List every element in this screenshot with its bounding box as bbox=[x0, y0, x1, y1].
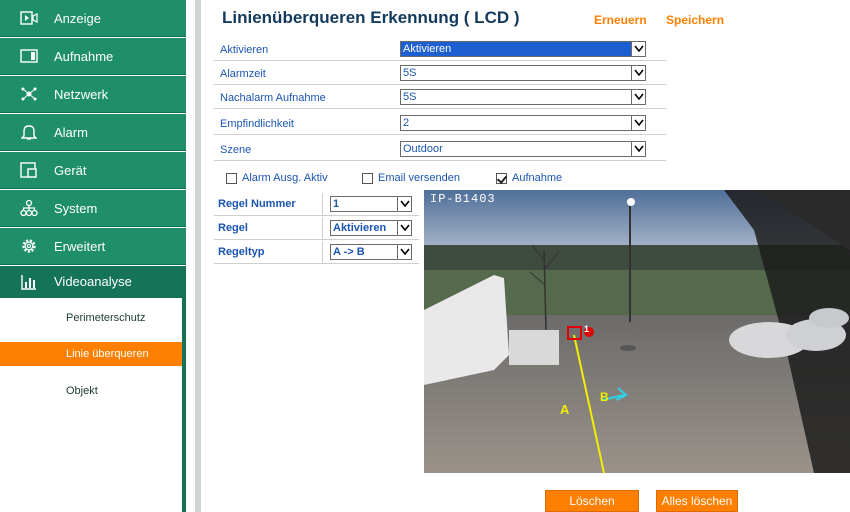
rule-type-select[interactable]: A -> B bbox=[330, 244, 412, 260]
sidebar-item-label: Videoanalyse bbox=[54, 274, 132, 289]
sidebar-item-label: Erweitert bbox=[54, 238, 106, 254]
chevron-down-icon bbox=[397, 197, 411, 211]
chevron-down-icon bbox=[631, 90, 645, 104]
subnav-item-label: Objekt bbox=[66, 385, 98, 397]
sidebar-item-label: Aufnahme bbox=[54, 48, 114, 64]
select-value: 5S bbox=[403, 67, 417, 79]
rule-label: Regel bbox=[218, 222, 248, 234]
select-value: 1 bbox=[333, 198, 340, 210]
sidebar-item-erweitert[interactable]: Erweitert bbox=[0, 228, 186, 265]
record-label: Aufnahme bbox=[512, 172, 563, 184]
email-label: Email versenden bbox=[378, 172, 460, 184]
form-row-alarm-time: Alarmzeit 5S bbox=[214, 63, 666, 85]
sidebar-item-label: Netzwerk bbox=[54, 86, 109, 102]
panel-divider bbox=[195, 0, 201, 512]
play-monitor-icon bbox=[20, 9, 38, 27]
camera-scene bbox=[424, 190, 850, 473]
sidebar-item-label: Gerät bbox=[54, 162, 87, 178]
refresh-link[interactable]: Erneuern bbox=[594, 13, 647, 27]
column-separator bbox=[322, 217, 323, 240]
scene-select[interactable]: Outdoor bbox=[400, 141, 646, 157]
rule-number-select[interactable]: 1 bbox=[330, 196, 412, 212]
select-value: Aktivieren bbox=[403, 43, 452, 55]
rule-number-label: Regel Nummer bbox=[218, 198, 296, 210]
select-value: 5S bbox=[403, 91, 417, 103]
subnav-item-label: Linie überqueren bbox=[66, 348, 149, 360]
chevron-down-icon bbox=[631, 42, 645, 56]
sidebar-item-system[interactable]: System bbox=[0, 190, 186, 227]
alarm-output-checkbox[interactable] bbox=[226, 172, 237, 184]
sidebar-item-label: Alarm bbox=[54, 124, 88, 140]
sidebar-item-alarm[interactable]: Alarm bbox=[0, 114, 186, 151]
folder-icon bbox=[20, 47, 38, 65]
form-row-sensitivity: Empfindlichkeit 2 bbox=[214, 113, 666, 135]
sidebar-item-netzwerk[interactable]: Netzwerk bbox=[0, 76, 186, 113]
activate-label: Aktivieren bbox=[220, 44, 269, 56]
select-value: Outdoor bbox=[403, 143, 443, 155]
alarm-time-select[interactable]: 5S bbox=[400, 65, 646, 81]
rule-select[interactable]: Aktivieren bbox=[330, 220, 412, 236]
rules-table: Regel Nummer 1 Regel Aktivieren Regeltyp… bbox=[214, 193, 419, 265]
rule-number-row: Regel Nummer 1 bbox=[214, 193, 419, 216]
chevron-down-icon bbox=[631, 116, 645, 130]
delete-all-button[interactable]: Alles löschen bbox=[656, 490, 738, 512]
chevron-down-icon bbox=[631, 142, 645, 156]
scene-label: Szene bbox=[220, 144, 252, 156]
system-tree-icon bbox=[20, 199, 38, 217]
side-a-label: A bbox=[560, 402, 570, 417]
sidebar-accent-bar bbox=[182, 298, 186, 512]
form-row-post-alarm: Nachalarm Aufnahme 5S bbox=[214, 87, 666, 109]
alarm-output-label: Alarm Ausg. Aktiv bbox=[242, 172, 328, 184]
gear-icon bbox=[20, 237, 38, 255]
sidebar-item-label: Anzeige bbox=[54, 10, 101, 26]
select-value: Aktivieren bbox=[333, 222, 387, 234]
subnav-item-objekt[interactable]: Objekt bbox=[0, 379, 182, 403]
column-separator bbox=[322, 193, 323, 216]
sidebar-item-geraet[interactable]: Gerät bbox=[0, 152, 186, 189]
sidebar-item-aufnahme[interactable]: Aufnahme bbox=[0, 38, 186, 75]
sidebar-item-anzeige[interactable]: Anzeige bbox=[0, 0, 186, 37]
chevron-down-icon bbox=[397, 245, 411, 259]
sidebar: Anzeige Aufnahme Netzwerk Alarm Gerät Sy… bbox=[0, 0, 186, 512]
delete-button[interactable]: Löschen bbox=[545, 490, 639, 512]
sensitivity-label: Empfindlichkeit bbox=[220, 118, 294, 130]
post-alarm-select[interactable]: 5S bbox=[400, 89, 646, 105]
alarm-output-checkbox-group[interactable]: Alarm Ausg. Aktiv bbox=[226, 172, 328, 184]
sidebar-item-label: System bbox=[54, 200, 98, 216]
alarm-time-label: Alarmzeit bbox=[220, 68, 266, 80]
network-icon bbox=[20, 85, 38, 103]
device-icon bbox=[20, 161, 38, 179]
subnav-item-perimeterschutz[interactable]: Perimeterschutz bbox=[0, 306, 182, 330]
subnav-item-linie-ueberqueren[interactable]: Linie überqueren bbox=[0, 342, 182, 366]
page-title: Linienüberqueren Erkennung ( LCD ) bbox=[222, 8, 520, 27]
main-panel: Linienüberqueren Erkennung ( LCD ) Erneu… bbox=[206, 0, 850, 512]
column-separator bbox=[322, 241, 323, 264]
subnav-item-label: Perimeterschutz bbox=[66, 312, 146, 324]
select-value: A -> B bbox=[333, 246, 365, 258]
rule-row: Regel Aktivieren bbox=[214, 217, 419, 240]
chevron-down-icon bbox=[631, 66, 645, 80]
form-row-activate: Aktivieren Aktivieren bbox=[214, 39, 666, 61]
email-checkbox[interactable] bbox=[362, 172, 373, 184]
line-point-marker[interactable]: 1 bbox=[584, 324, 589, 334]
record-checkbox-group[interactable]: Aufnahme bbox=[496, 172, 562, 184]
form-row-scene: Szene Outdoor bbox=[214, 139, 666, 161]
rule-type-row: Regeltyp A -> B bbox=[214, 241, 419, 264]
sidebar-item-videoanalyse[interactable]: Videoanalyse bbox=[0, 266, 186, 298]
bar-chart-icon bbox=[20, 273, 38, 291]
email-checkbox-group[interactable]: Email versenden bbox=[362, 172, 460, 184]
chevron-down-icon bbox=[397, 221, 411, 235]
post-alarm-label: Nachalarm Aufnahme bbox=[220, 92, 326, 104]
sensitivity-select[interactable]: 2 bbox=[400, 115, 646, 131]
camera-preview[interactable]: IP-B1403 1 A B bbox=[424, 190, 850, 473]
camera-label: IP-B1403 bbox=[430, 192, 496, 206]
record-checkbox[interactable] bbox=[496, 172, 507, 184]
bell-icon bbox=[20, 123, 38, 141]
activate-select[interactable]: Aktivieren bbox=[400, 41, 646, 57]
save-link[interactable]: Speichern bbox=[666, 13, 724, 27]
rule-type-label: Regeltyp bbox=[218, 246, 265, 258]
side-b-label: B bbox=[600, 390, 609, 404]
select-value: 2 bbox=[403, 117, 410, 129]
